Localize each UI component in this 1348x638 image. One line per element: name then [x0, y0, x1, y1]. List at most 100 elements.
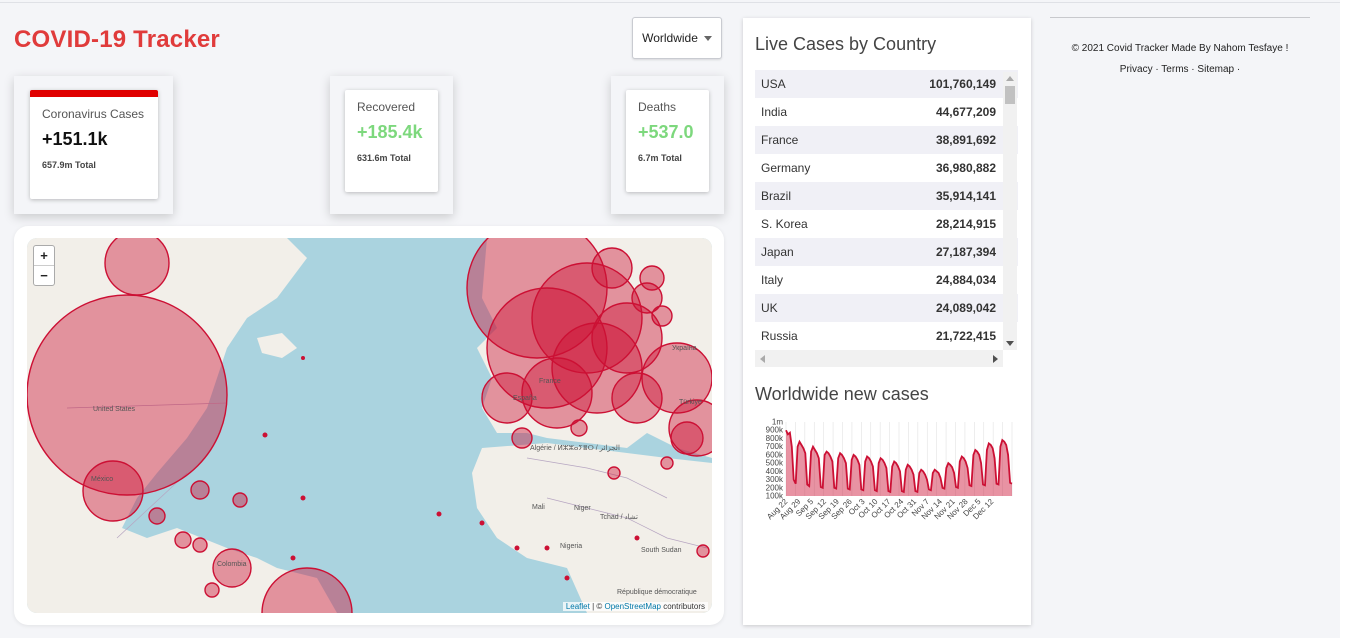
deaths-label: Deaths: [638, 100, 677, 114]
case-circle[interactable]: [696, 544, 710, 558]
country-select-value: Worldwide: [642, 31, 698, 45]
map-label: Colombia: [217, 561, 247, 568]
map-label: Tchad / تشاد: [600, 513, 638, 521]
recovered-total: 631.6m Total: [357, 153, 411, 163]
top-divider: [0, 2, 1348, 3]
app-title: COVID-19 Tracker: [14, 26, 220, 53]
country-cases: 36,980,882: [935, 161, 996, 175]
new-cases-graph[interactable]: 100k200k300k400k500k600k700k800k900k1mAu…: [754, 412, 1014, 532]
case-circle[interactable]: [511, 427, 533, 449]
y-tick-label: 500k: [766, 459, 784, 468]
scroll-up-icon[interactable]: [1006, 76, 1014, 81]
deaths-infobox[interactable]: Deaths +537.0 6.7m Total: [626, 90, 709, 192]
case-dot[interactable]: [634, 535, 640, 541]
case-circle[interactable]: [204, 582, 220, 598]
terms-link[interactable]: Terms: [1161, 64, 1188, 75]
case-dot[interactable]: [479, 520, 485, 526]
y-tick-label: 600k: [766, 450, 784, 459]
zoom-in-button[interactable]: +: [34, 246, 54, 265]
country-name: Brazil: [761, 189, 792, 203]
case-circle[interactable]: [570, 419, 588, 437]
case-dot[interactable]: [262, 432, 268, 438]
attribution-text: contributors: [660, 602, 705, 611]
country-cases: 21,722,415: [935, 329, 996, 343]
scroll-thumb[interactable]: [1005, 86, 1015, 104]
map-label: México: [91, 476, 113, 483]
table-row: UK 24,089,042: [755, 294, 1018, 322]
case-circle[interactable]: [192, 537, 208, 553]
cases-infobox[interactable]: Coronavirus Cases +151.1k 657.9m Total: [30, 90, 158, 199]
footer-links: Privacy · Terms · Sitemap ·: [1119, 64, 1241, 75]
window-edge: [1340, 0, 1348, 638]
zoom-out-button[interactable]: −: [34, 265, 54, 285]
table-vertical-scrollbar[interactable]: [1003, 72, 1017, 350]
recovered-label: Recovered: [357, 100, 416, 114]
sitemap-link[interactable]: Sitemap: [1197, 64, 1234, 75]
case-circle-colombia[interactable]: [212, 548, 252, 588]
case-dot[interactable]: [290, 555, 296, 561]
scroll-left-icon[interactable]: [760, 355, 765, 363]
table-row: S. Korea 28,214,915: [755, 210, 1018, 238]
scroll-down-icon[interactable]: [1006, 341, 1014, 346]
country-cases: 27,187,394: [935, 245, 996, 259]
osm-link[interactable]: OpenStreetMap: [604, 602, 660, 611]
map-label: España: [513, 395, 537, 402]
privacy-link[interactable]: Privacy: [1120, 64, 1153, 75]
case-circle[interactable]: [651, 305, 673, 327]
case-circle[interactable]: [670, 421, 704, 455]
table-row: Japan 27,187,394: [755, 238, 1018, 266]
y-tick-label: 400k: [766, 467, 784, 476]
country-name: Russia: [761, 329, 798, 343]
table-row: Brazil 35,914,141: [755, 182, 1018, 210]
case-circle[interactable]: [190, 480, 210, 500]
map-attribution: Leaflet | © OpenStreetMap contributors: [562, 602, 708, 611]
case-dot[interactable]: [544, 545, 550, 551]
case-circle[interactable]: [521, 357, 593, 429]
case-dot[interactable]: [514, 545, 520, 551]
country-name: Italy: [761, 273, 784, 287]
country-cases: 24,089,042: [935, 301, 996, 315]
country-name: France: [761, 133, 799, 147]
country-cases: 35,914,141: [935, 189, 996, 203]
case-circle[interactable]: [660, 456, 674, 470]
case-dot[interactable]: [301, 356, 305, 360]
table-horizontal-scrollbar[interactable]: [755, 350, 1003, 367]
map-label: United States: [93, 406, 136, 413]
table-row: France 38,891,692: [755, 126, 1018, 154]
case-dot[interactable]: [436, 511, 442, 517]
scroll-right-icon[interactable]: [993, 355, 998, 363]
country-cases: 44,677,209: [935, 105, 996, 119]
case-circle[interactable]: [607, 466, 621, 480]
case-circle[interactable]: [174, 531, 192, 549]
leaflet-link[interactable]: Leaflet: [566, 602, 590, 611]
case-dot[interactable]: [564, 575, 570, 581]
y-tick-label: 1m: [772, 418, 783, 427]
footer-divider: [1050, 17, 1310, 18]
case-dot[interactable]: [300, 495, 306, 501]
map-canvas: United States México Colombia Algérie / …: [27, 238, 712, 613]
country-table[interactable]: USA 101,760,149 India 44,677,209 France 38,…: [755, 70, 1018, 370]
table-row: Italy 24,884,034: [755, 266, 1018, 294]
zoom-control: + −: [33, 245, 55, 286]
country-name: Japan: [761, 245, 794, 259]
cases-value: +151.1k: [42, 129, 108, 149]
recovered-infobox[interactable]: Recovered +185.4k 631.6m Total: [345, 90, 438, 192]
case-circle[interactable]: [104, 238, 170, 296]
country-select[interactable]: Worldwide: [632, 17, 722, 59]
y-tick-label: 200k: [766, 483, 784, 492]
y-tick-label: 700k: [766, 442, 784, 451]
caret-down-icon: [703, 35, 712, 41]
case-circle[interactable]: [232, 492, 248, 508]
map-label: Algérie / ⵍⵣⵣⴰⵢⴻⵔ / الجزائر: [530, 444, 620, 452]
case-circle[interactable]: [148, 507, 166, 525]
recovered-value: +185.4k: [357, 122, 423, 142]
table-row: Germany 36,980,882: [755, 154, 1018, 182]
case-circle[interactable]: [591, 247, 633, 289]
map-label: France: [539, 378, 561, 385]
map-label: Україна: [672, 345, 697, 352]
greenland-land: [257, 333, 297, 358]
case-circle-mexico[interactable]: [82, 460, 144, 522]
table-row: USA 101,760,149: [755, 70, 1018, 98]
country-name: UK: [761, 301, 778, 315]
world-map[interactable]: United States México Colombia Algérie / …: [27, 238, 712, 613]
